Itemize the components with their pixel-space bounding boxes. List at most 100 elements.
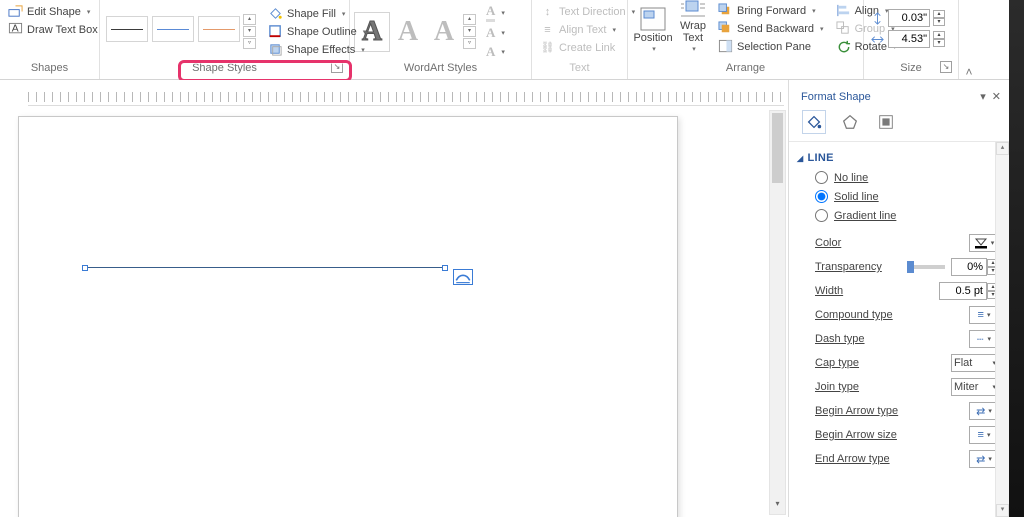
format-shape-pane: Format Shape ▾ ✕ LINE No line Solid line… (788, 80, 1009, 517)
cap-type-select[interactable]: Flat▾ (951, 354, 999, 372)
pane-scrollbar[interactable]: ▴ ▾ (995, 142, 1009, 517)
shape-outline-label: Shape Outline (287, 26, 357, 38)
width-icon (870, 32, 885, 47)
shape-styles-launcher[interactable]: ↘ (331, 61, 343, 73)
group-label-shapes: Shapes (4, 61, 95, 79)
text-direction-icon: ↕ (540, 4, 555, 19)
label-compound-type: Compound type (815, 309, 893, 321)
pane-menu-button[interactable]: ▾ (980, 90, 986, 103)
vertical-scrollbar[interactable]: ▴ ▾ (769, 110, 786, 515)
create-link-button: ⛓ Create Link (536, 39, 639, 56)
send-backward-icon (718, 21, 733, 36)
align-icon (836, 3, 851, 18)
gallery-down-icon[interactable]: ▾ (243, 26, 256, 37)
line-handle-start[interactable] (82, 265, 88, 271)
bucket-icon (268, 6, 283, 21)
join-type-select[interactable]: Miter▾ (951, 378, 999, 396)
radio-gradient-line[interactable]: Gradient line (795, 206, 1005, 225)
label-dash-type: Dash type (815, 333, 865, 345)
selected-line-shape[interactable] (85, 267, 445, 268)
style-gallery-scroll[interactable]: ▴ ▾ ▿ (243, 14, 256, 49)
shape-fill-label: Shape Fill (287, 8, 336, 20)
svg-text:A: A (12, 23, 19, 34)
effects-icon (268, 42, 283, 57)
document-area: ▴ ▾ (0, 80, 788, 517)
selection-pane-icon (718, 39, 733, 54)
group-label-text: Text (536, 61, 623, 79)
wordart-gallery-scroll[interactable]: ▴ ▾ ▿ (463, 12, 476, 52)
width-field[interactable]: ▴▾ (870, 30, 945, 48)
width-spinner[interactable]: ▴▾ (933, 31, 945, 47)
group-label-shape-styles: Shape Styles ↘ (104, 61, 345, 79)
height-spinner[interactable]: ▴▾ (933, 10, 945, 26)
send-backward-button[interactable]: Send Backward (714, 20, 828, 37)
label-line-width: Width (815, 285, 843, 297)
gallery-up-icon[interactable]: ▴ (243, 14, 256, 25)
pane-close-button[interactable]: ✕ (992, 90, 1001, 103)
group-size: ▴▾ ▴▾ Size ↘ (864, 0, 959, 79)
selection-pane-button[interactable]: Selection Pane (714, 38, 828, 55)
shape-outline-button[interactable]: Shape Outline (264, 23, 370, 40)
height-field[interactable]: ▴▾ (870, 9, 945, 27)
style-swatch-1[interactable] (106, 16, 148, 42)
edit-shape-icon (8, 4, 23, 19)
label-cap-type: Cap type (815, 357, 859, 369)
pane-scroll-down-icon[interactable]: ▾ (996, 504, 1009, 517)
edit-shape-button[interactable]: Edit Shape (4, 3, 102, 20)
layout-options-button[interactable] (453, 269, 473, 285)
radio-no-line[interactable]: No line (795, 168, 1005, 187)
style-swatch-3[interactable] (198, 16, 240, 42)
scroll-down-icon[interactable]: ▾ (770, 499, 785, 514)
align-text-button: ≡ Align Text (536, 21, 639, 38)
bring-forward-icon (718, 3, 733, 18)
bring-forward-button[interactable]: Bring Forward (714, 2, 828, 19)
height-icon (870, 11, 885, 26)
wrap-text-button[interactable]: Wrap Text (676, 2, 710, 58)
edit-shape-label: Edit Shape (27, 6, 81, 18)
transparency-slider[interactable] (907, 265, 945, 269)
style-swatch-2[interactable] (152, 16, 194, 42)
shape-effects-button[interactable]: Shape Effects (264, 41, 370, 58)
page[interactable] (18, 116, 678, 517)
draw-text-box-label: Draw Text Box (27, 24, 98, 36)
align-text-icon: ≡ (540, 22, 555, 37)
horizontal-ruler[interactable] (28, 88, 784, 106)
tab-effects[interactable] (839, 111, 861, 133)
tab-layout[interactable] (875, 111, 897, 133)
radio-solid-line[interactable]: Solid line (795, 187, 1005, 206)
scroll-thumb[interactable] (772, 113, 783, 183)
line-width-input[interactable] (939, 282, 987, 300)
gallery-more-icon[interactable]: ▿ (243, 38, 256, 49)
draw-text-box-button[interactable]: A Draw Text Box (4, 21, 102, 38)
wrap-text-icon (678, 0, 708, 20)
window-edge-strip (1009, 0, 1024, 517)
section-line[interactable]: LINE (795, 148, 1005, 168)
pane-title: Format Shape (801, 91, 871, 103)
text-box-icon: A (8, 22, 23, 37)
transparency-input[interactable] (951, 258, 987, 276)
width-input[interactable] (888, 30, 930, 48)
label-transparency: Transparency (815, 261, 882, 273)
position-button[interactable]: Position (632, 2, 674, 58)
wordart-style-2[interactable]: A (390, 12, 426, 52)
label-begin-arrow-size: Begin Arrow size (815, 429, 897, 441)
label-end-arrow-type: End Arrow type (815, 453, 890, 465)
wordart-style-3[interactable]: A (426, 12, 462, 52)
text-effects-button: A (482, 43, 509, 61)
size-launcher[interactable]: ↘ (940, 61, 952, 73)
group-label-size: Size ↘ (868, 61, 954, 79)
ribbon: Edit Shape A Draw Text Box Shapes ▴ (0, 0, 1024, 80)
line-handle-end[interactable] (442, 265, 448, 271)
pane-scroll-up-icon[interactable]: ▴ (996, 142, 1009, 155)
group-wordart-styles: A A A ▴ ▾ ▿ A A A WordArt Styles (350, 0, 532, 79)
label-begin-arrow-type: Begin Arrow type (815, 405, 898, 417)
position-icon (638, 6, 668, 32)
text-fill-button: A (482, 2, 509, 23)
tab-fill-line[interactable] (803, 111, 825, 133)
height-input[interactable] (888, 9, 930, 27)
collapse-ribbon-button[interactable]: ˄ (959, 0, 979, 79)
shape-fill-button[interactable]: Shape Fill (264, 5, 370, 22)
group-icon (836, 21, 851, 36)
shape-effects-label: Shape Effects (287, 44, 355, 56)
group-label-wordart: WordArt Styles (354, 61, 527, 79)
